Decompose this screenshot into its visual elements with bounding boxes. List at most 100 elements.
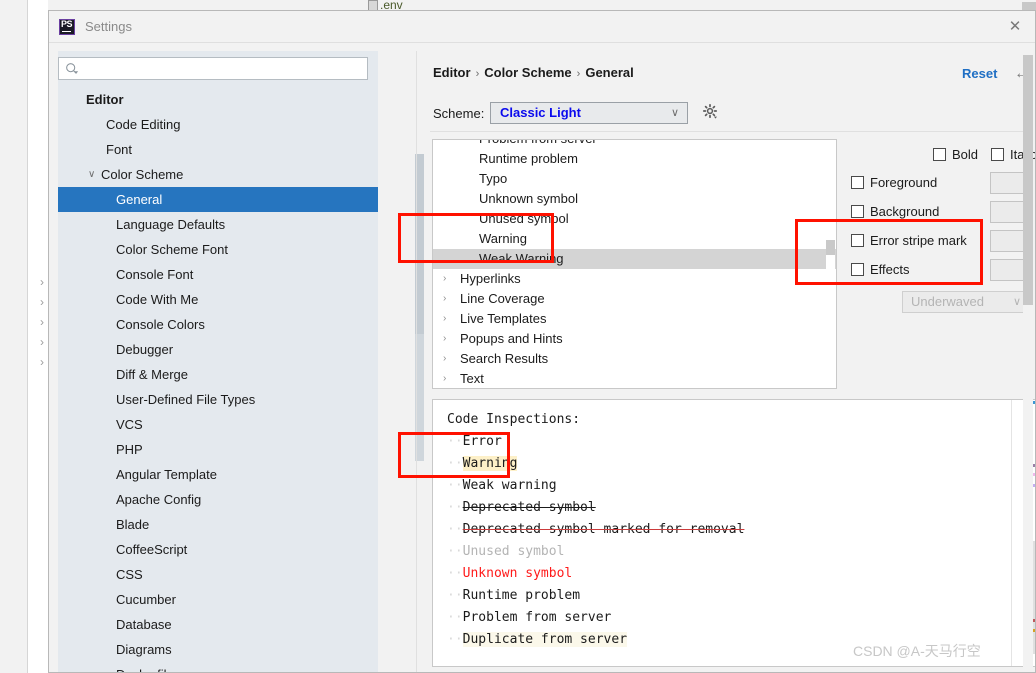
attribute-row[interactable]: Problem from server — [433, 140, 836, 149]
preview-code-line: ··Deprecated symbol marked for removal — [433, 519, 1035, 541]
attribute-row[interactable]: Typo — [433, 169, 836, 189]
attribute-row[interactable]: Unused symbol — [433, 209, 836, 229]
sidebar-item-user-defined-file-types[interactable]: User-Defined File Types — [58, 387, 378, 412]
sidebar-item-console-font[interactable]: Console Font — [58, 262, 378, 287]
sidebar-item-label: Diff & Merge — [116, 367, 189, 382]
attribute-row-label: Hyperlinks — [460, 271, 521, 286]
attribute-row[interactable]: › Live Templates — [433, 309, 836, 329]
attribute-row[interactable]: Unknown symbol — [433, 189, 836, 209]
sidebar-item-font[interactable]: Font — [58, 137, 378, 162]
chevron-right-icon[interactable]: › — [443, 269, 455, 289]
sidebar-item-angular-template[interactable]: Angular Template — [58, 462, 378, 487]
sidebar-item-blade[interactable]: Blade — [58, 512, 378, 537]
sidebar-item-general[interactable]: General — [58, 187, 378, 212]
sidebar-item-php[interactable]: PHP — [58, 437, 378, 462]
sidebar-item-label: CSS — [116, 567, 143, 582]
chevron-right-icon[interactable]: › — [443, 289, 455, 309]
scheme-label: Scheme: — [433, 106, 485, 121]
breadcrumb-item-editor[interactable]: Editor — [433, 65, 471, 80]
attribute-row-label: Text — [460, 371, 484, 386]
sidebar-item-label: Debugger — [116, 342, 174, 357]
effect-type-dropdown[interactable]: Underwaved ∨ — [902, 291, 1030, 313]
checkbox-box — [933, 148, 946, 161]
effects-checkbox[interactable]: Effects — [851, 262, 910, 277]
list-scrollbar-track[interactable] — [826, 141, 835, 387]
reset-button[interactable]: Reset — [962, 66, 997, 81]
error-stripe-mark-checkbox[interactable]: Error stripe mark — [851, 233, 967, 248]
checkbox-box — [851, 234, 864, 247]
settings-dialog: Settings ✕ EditorCode EditingFont∨Color … — [48, 10, 1036, 673]
settings-sidebar: Editor Code Editing Font ∨ Color Scheme Gener… — [58, 51, 424, 672]
chevron-right-icon[interactable]: › — [443, 309, 455, 329]
preview-code-line: ··Unused symbol — [433, 541, 1035, 563]
attribute-row-label: Popups and Hints — [460, 331, 563, 346]
sidebar-item-language-defaults[interactable]: Language Defaults — [58, 212, 378, 237]
attribute-row-label: Problem from server — [479, 140, 597, 146]
bold-checkbox[interactable]: Bold — [933, 147, 978, 162]
background-checkbox[interactable]: Background — [851, 204, 939, 219]
sidebar-item-coffeescript[interactable]: CoffeeScript — [58, 537, 378, 562]
chevron-right-icon[interactable]: › — [443, 329, 455, 349]
attribute-row[interactable]: › Search Results — [433, 349, 836, 369]
chevron-down-icon[interactable]: ∨ — [88, 162, 100, 187]
preview-code-text: Unused symbol — [462, 544, 565, 559]
close-icon[interactable]: ✕ — [1003, 19, 1027, 35]
search-box[interactable] — [58, 57, 368, 80]
breadcrumb-separator: › — [576, 68, 581, 80]
attribute-row[interactable]: › Line Coverage — [433, 289, 836, 309]
scheme-dropdown[interactable]: Classic Light ∨ — [490, 102, 688, 124]
sidebar-item-console-colors[interactable]: Console Colors — [58, 312, 378, 337]
sidebar-item-dockerfile[interactable]: Dockerfile — [58, 662, 378, 672]
attribute-row[interactable]: › Popups and Hints — [433, 329, 836, 349]
sidebar-item-label: Dockerfile — [116, 667, 174, 672]
settings-tree[interactable]: Editor Code Editing Font ∨ Color Scheme Gener… — [58, 87, 378, 672]
content-scrollbar-thumb[interactable] — [1023, 55, 1033, 305]
attribute-row[interactable]: Runtime problem — [433, 149, 836, 169]
sidebar-item-label: Apache Config — [116, 492, 202, 507]
sidebar-item-label: General — [116, 192, 163, 207]
sidebar-item-editor[interactable]: Editor — [58, 87, 378, 112]
attribute-row-label: Search Results — [460, 351, 549, 366]
attribute-row-label: Live Templates — [460, 311, 547, 326]
sidebar-item-cucumber[interactable]: Cucumber — [58, 587, 378, 612]
list-scrollbar-thumb[interactable] — [826, 240, 835, 255]
sidebar-item-code-with-me[interactable]: Code With Me — [58, 287, 378, 312]
sidebar-item-vcs[interactable]: VCS — [58, 412, 378, 437]
attribute-row[interactable]: Warning — [433, 229, 836, 249]
sidebar-item-label: Cucumber — [116, 592, 176, 607]
sidebar-item-css[interactable]: CSS — [58, 562, 378, 587]
chevron-right-icon[interactable]: › — [443, 369, 455, 388]
gear-icon[interactable] — [702, 103, 720, 121]
search-input[interactable] — [85, 61, 359, 79]
section-divider — [430, 131, 1030, 132]
effect-type-value: Underwaved — [911, 294, 984, 309]
color-attribute-list[interactable]: Problem from server Runtime problem Typo Un… — [432, 139, 837, 389]
sidebar-item-diagrams[interactable]: Diagrams — [58, 637, 378, 662]
preview-code-text: Deprecated symbol — [462, 500, 596, 515]
chevron-down-icon: ∨ — [670, 107, 679, 119]
chevron-right-icon[interactable]: › — [443, 349, 455, 369]
sidebar-item-color-scheme[interactable]: ∨ Color Scheme — [58, 162, 378, 187]
whitespace-dots: ·· — [447, 500, 463, 515]
breadcrumb-separator: › — [475, 68, 480, 80]
color-preview-editor[interactable]: Code Inspections: ··Error ··Warning ··Weak … — [432, 399, 1035, 667]
sidebar-item-color-scheme-font[interactable]: Color Scheme Font — [58, 237, 378, 262]
preview-code-text: Code Inspections: — [447, 412, 581, 427]
foreground-checkbox[interactable]: Foreground — [851, 175, 937, 190]
sidebar-item-code-editing[interactable]: Code Editing — [58, 112, 378, 137]
background-label: Background — [870, 204, 940, 219]
checkbox-box — [851, 205, 864, 218]
preview-gutter-divider — [1011, 400, 1012, 666]
breadcrumb-item-color-scheme[interactable]: Color Scheme — [484, 65, 571, 80]
attribute-row[interactable]: Weak Warning — [433, 249, 836, 269]
breadcrumb-item-general[interactable]: General — [585, 65, 633, 80]
whitespace-dots: ·· — [447, 434, 463, 449]
sidebar-item-database[interactable]: Database — [58, 612, 378, 637]
attribute-row[interactable]: › Hyperlinks — [433, 269, 836, 289]
sidebar-item-apache-config[interactable]: Apache Config — [58, 487, 378, 512]
whitespace-dots: ·· — [447, 566, 463, 581]
dialog-titlebar: Settings ✕ — [49, 11, 1035, 43]
sidebar-item-diff-merge[interactable]: Diff & Merge — [58, 362, 378, 387]
attribute-row[interactable]: › Text — [433, 369, 836, 388]
sidebar-item-debugger[interactable]: Debugger — [58, 337, 378, 362]
